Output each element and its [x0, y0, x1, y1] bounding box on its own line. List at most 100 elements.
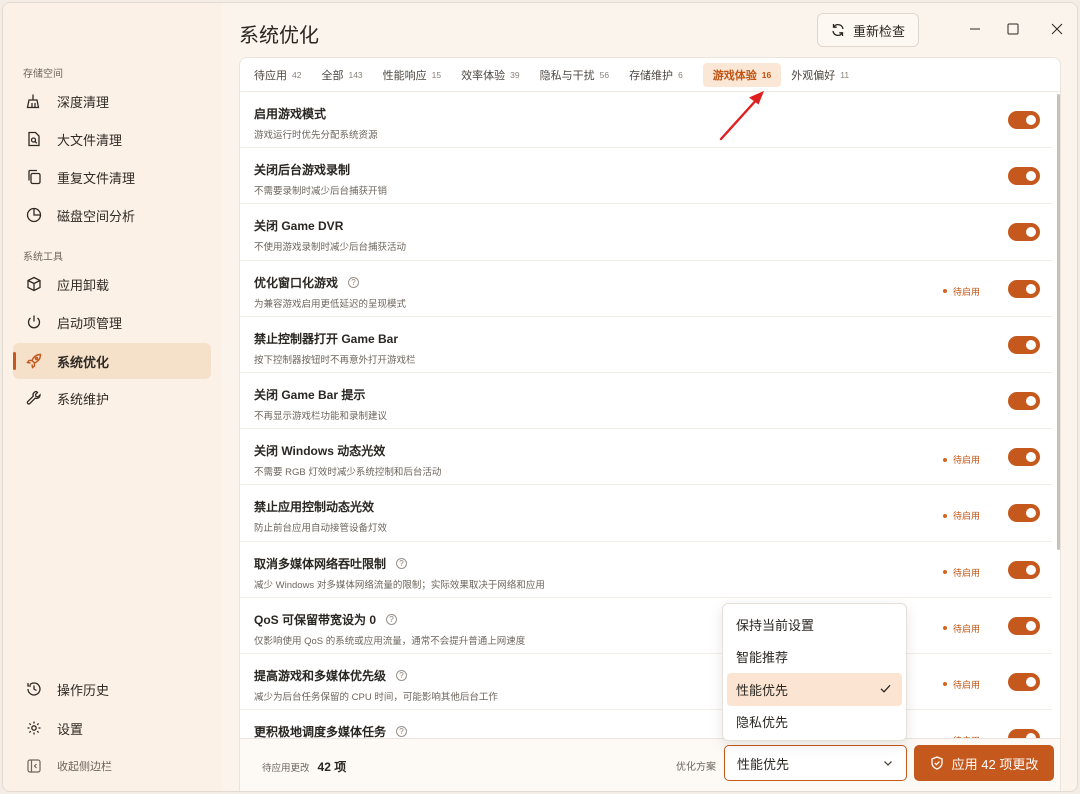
setting-row: 取消多媒体网络吞吐限制? 减少 Windows 对多媒体网络流量的限制；实际效果取…	[240, 542, 1052, 598]
plan-select[interactable]: 性能优先	[724, 745, 907, 781]
optimization-panel: 待应用 42 全部 143 性能响应 15 效率体验 39 隐私与干扰 56 存储维护 6 …	[239, 57, 1061, 791]
sidebar-collapse-icon	[25, 757, 43, 775]
plan-option-keep[interactable]: 保持当前设置	[727, 608, 902, 641]
setting-description: 减少 Windows 对多媒体网络流量的限制；实际效果取决于网络和应用	[254, 579, 545, 591]
sidebar-item-label: 系统优化	[57, 354, 110, 370]
sidebar-item-startup[interactable]: 启动项管理	[13, 304, 211, 340]
minimize-icon	[970, 28, 980, 30]
tab-all[interactable]: 全部 143	[321, 63, 362, 87]
pending-badge: 待启用	[943, 622, 980, 635]
file-search-icon	[25, 130, 43, 148]
sidebar-collapse-button[interactable]: 收起侧边栏	[13, 748, 211, 784]
setting-toggle[interactable]	[1008, 448, 1040, 467]
setting-description: 不使用游戏录制时减少后台捕获活动	[254, 242, 407, 254]
sidebar-item-history[interactable]: 操作历史	[13, 671, 211, 707]
recheck-button[interactable]: 重新检查	[817, 13, 919, 47]
scrollbar[interactable]	[1057, 94, 1060, 550]
wrench-icon	[25, 389, 43, 407]
setting-toggle[interactable]	[1008, 223, 1040, 242]
setting-title-text: QoS 可保留带宽设为 0	[254, 612, 377, 627]
category-tabs: 待应用 42 全部 143 性能响应 15 效率体验 39 隐私与干扰 56 存储维护 6 …	[240, 58, 1060, 92]
broom-icon	[25, 92, 43, 110]
sidebar-item-label: 启动项管理	[57, 315, 123, 331]
tab-appearance[interactable]: 外观偏好 11	[791, 63, 849, 87]
setting-toggle[interactable]	[1008, 616, 1040, 635]
sidebar-item-label: 设置	[57, 721, 84, 737]
sidebar-item-label: 操作历史	[57, 682, 110, 698]
setting-description: 游戏运行时优先分配系统资源	[254, 130, 378, 141]
maximize-icon	[1007, 23, 1019, 35]
setting-row: 关闭 Windows 动态光效 不需要 RGB 灯效时减少系统控制和后台活动 待启用	[240, 429, 1052, 486]
plan-option-smart[interactable]: 智能推荐	[727, 641, 902, 674]
setting-title: 禁止控制器打开 Game Bar	[254, 330, 398, 347]
setting-title-text: 提高游戏和多媒体优先级	[254, 668, 387, 683]
help-icon[interactable]: ?	[396, 726, 408, 738]
help-icon[interactable]: ?	[386, 613, 398, 625]
setting-row: 关闭后台游戏录制 不需要录制时减少后台捕获开销	[240, 148, 1052, 205]
close-button[interactable]	[1047, 19, 1067, 39]
setting-title: 更积极地调度多媒体任务?	[254, 723, 408, 738]
help-icon[interactable]: ?	[348, 276, 360, 288]
setting-toggle[interactable]	[1008, 335, 1040, 354]
refresh-icon	[832, 24, 844, 36]
sidebar-item-disk-analysis[interactable]: 磁盘空间分析	[13, 197, 211, 233]
tab-privacy[interactable]: 隐私与干扰 56	[540, 63, 609, 87]
tab-efficiency[interactable]: 效率体验 39	[461, 63, 519, 87]
setting-title: 优化窗口化游戏?	[254, 274, 360, 291]
sidebar-item-large-files[interactable]: 大文件清理	[13, 121, 211, 157]
help-icon[interactable]: ?	[396, 557, 408, 569]
sidebar-item-label: 应用卸载	[57, 277, 110, 293]
setting-toggle[interactable]	[1008, 279, 1040, 298]
setting-row: 提高游戏和多媒体优先级? 减少为后台任务保留的 CPU 时间，可能影响其他后台工作…	[240, 654, 1052, 711]
setting-toggle[interactable]	[1008, 391, 1040, 410]
tab-pending[interactable]: 待应用 42	[254, 63, 301, 87]
chevron-down-icon	[884, 761, 892, 766]
setting-toggle[interactable]	[1008, 504, 1040, 523]
plan-label: 优化方案	[676, 762, 716, 773]
setting-title: 取消多媒体网络吞吐限制?	[254, 555, 408, 572]
setting-toggle[interactable]	[1008, 672, 1040, 691]
sidebar-item-uninstall[interactable]: 应用卸载	[13, 266, 211, 302]
sidebar-item-system-maintenance[interactable]: 系统维护	[13, 380, 211, 416]
setting-toggle[interactable]	[1008, 560, 1040, 579]
setting-toggle[interactable]	[1008, 729, 1040, 738]
rocket-icon	[25, 352, 43, 370]
sidebar-item-label: 系统维护	[57, 391, 110, 407]
sidebar-section-tools: 系统工具	[23, 252, 63, 263]
shield-check-icon	[931, 756, 943, 770]
plan-dropdown-menu: 保持当前设置 智能推荐 性能优先 隐私优先	[722, 603, 907, 741]
setting-title: 关闭 Game Bar 提示	[254, 386, 365, 403]
setting-title-text: 关闭 Game DVR	[254, 219, 344, 234]
setting-title: 关闭 Game DVR	[254, 217, 343, 234]
tab-performance[interactable]: 性能响应 15	[383, 63, 441, 87]
tab-gaming[interactable]: 游戏体验 16	[702, 62, 782, 87]
setting-title-text: 禁止控制器打开 Game Bar	[254, 331, 399, 346]
sidebar-item-system-optimize[interactable]: 系统优化	[13, 343, 211, 379]
sidebar-item-duplicate-files[interactable]: 重复文件清理	[13, 159, 211, 195]
sidebar-item-settings[interactable]: 设置	[13, 710, 211, 746]
setting-toggle[interactable]	[1008, 167, 1040, 186]
setting-title-text: 禁止应用控制动态光效	[254, 500, 375, 515]
plan-option-performance[interactable]: 性能优先	[727, 673, 902, 706]
setting-toggle[interactable]	[1008, 111, 1040, 129]
help-icon[interactable]: ?	[396, 669, 408, 681]
tab-storage[interactable]: 存储维护 6	[629, 63, 683, 87]
apply-changes-button[interactable]: 应用 42 项更改	[914, 745, 1054, 781]
minimize-button[interactable]	[965, 19, 985, 39]
check-icon	[880, 684, 891, 693]
pending-badge: 待启用	[943, 566, 980, 579]
pending-badge: 待启用	[943, 453, 980, 466]
maximize-button[interactable]	[1003, 19, 1023, 39]
setting-title: 关闭后台游戏录制	[254, 161, 350, 178]
plan-option-privacy[interactable]: 隐私优先	[727, 706, 902, 739]
recheck-label: 重新检查	[852, 23, 905, 39]
setting-title-text: 关闭 Windows 动态光效	[254, 444, 386, 459]
sidebar-item-label: 深度清理	[57, 94, 110, 110]
pie-chart-icon	[25, 206, 43, 224]
setting-row: 更积极地调度多媒体任务?待启用	[240, 710, 1052, 738]
setting-row: 优化窗口化游戏? 为兼容游戏启用更低延迟的呈现模式 待启用	[240, 261, 1052, 317]
setting-row: 禁止控制器打开 Game Bar 按下控制器按钮时不再意外打开游戏栏	[240, 317, 1052, 373]
setting-title-text: 更积极地调度多媒体任务	[254, 725, 387, 738]
sidebar-item-deep-clean[interactable]: 深度清理	[13, 83, 211, 119]
settings-list: 启用游戏模式 游戏运行时优先分配系统资源 关闭后台游戏录制 不需要录制时减少后台捕获开…	[240, 92, 1052, 738]
